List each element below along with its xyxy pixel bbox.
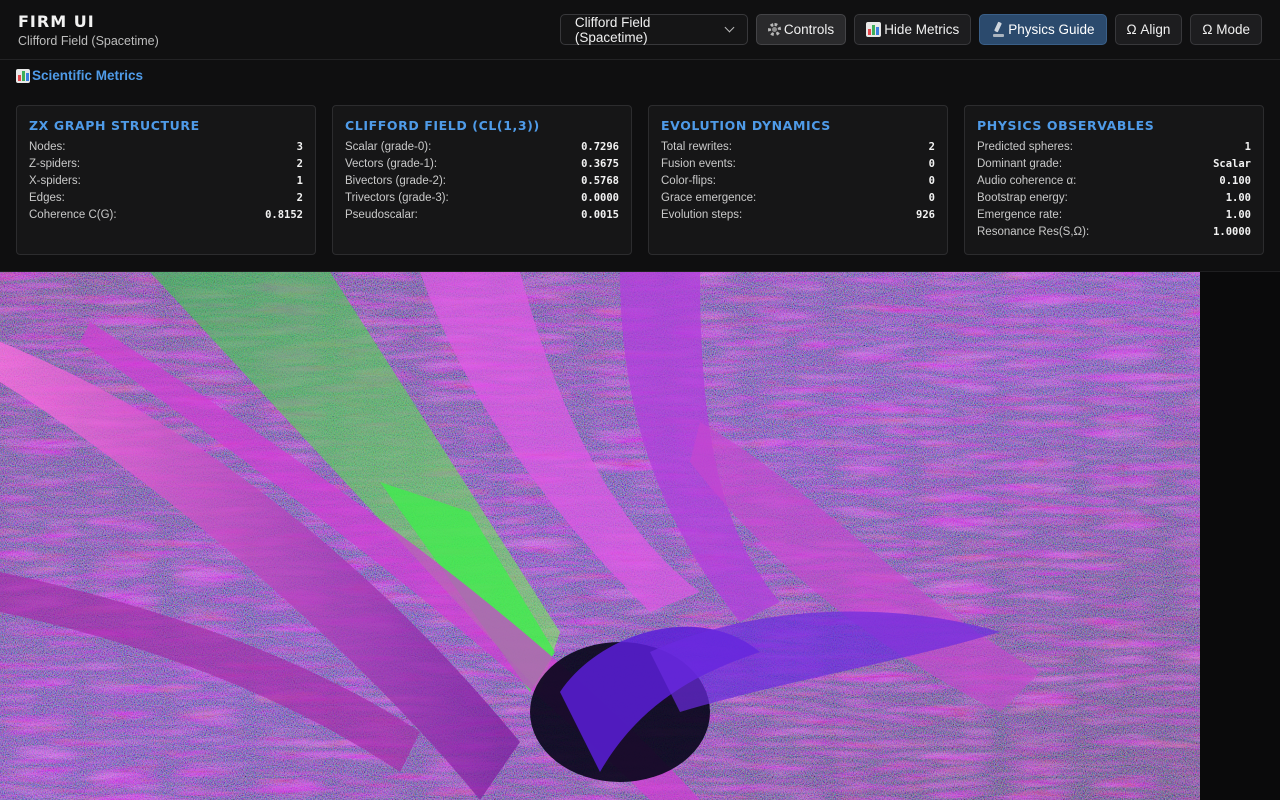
metric-label: Coherence C(G):: [29, 208, 117, 221]
metric-label: Scalar (grade-0):: [345, 140, 432, 153]
metrics-heading: Scientific Metrics: [32, 68, 144, 83]
toolbar: Clifford Field (Spacetime) Controls Hide…: [559, 14, 1262, 45]
metric-label: X-spiders:: [29, 174, 81, 187]
omega-align-button-label: Ω Align: [1126, 22, 1171, 37]
omega-mode-button-label: Ω Mode: [1202, 22, 1250, 37]
metric-row: Emergence rate: 1.00: [977, 206, 1251, 223]
visualization-stage: [0, 272, 1280, 800]
metrics-card-evolution-dynamics: EVOLUTION DYNAMICS Total rewrites: 2 Fusi…: [648, 105, 948, 255]
metric-value: 1: [1244, 140, 1251, 153]
bar-chart-icon: [16, 68, 30, 83]
omega-mode-button[interactable]: Ω Mode: [1190, 14, 1262, 45]
metric-row: Dominant grade: Scalar: [977, 155, 1251, 172]
metric-value: 0: [928, 174, 935, 187]
app-header: FIRM UI Clifford Field (Spacetime) Cliff…: [0, 0, 1280, 60]
metric-value: 2: [928, 140, 935, 153]
metric-row: Resonance Res(S,Ω): 1.0000: [977, 223, 1251, 240]
metric-row: Coherence C(G): 0.8152: [29, 206, 303, 223]
metric-row: Scalar (grade-0): 0.7296: [345, 138, 619, 155]
metric-value: 0.100: [1219, 174, 1251, 187]
metric-label: Evolution steps:: [661, 208, 743, 221]
metric-row: Color-flips: 0: [661, 172, 935, 189]
metric-value: 0.3675: [581, 157, 619, 170]
bar-chart-icon: [866, 22, 882, 37]
metric-row: Nodes: 3: [29, 138, 303, 155]
metric-label: Dominant grade:: [977, 157, 1063, 170]
card-title: PHYSICS OBSERVABLES: [977, 118, 1155, 133]
physics-guide-button-label: Physics Guide: [1008, 22, 1095, 37]
card-title: EVOLUTION DYNAMICS: [661, 118, 831, 133]
mode-select-value: Clifford Field (Spacetime): [574, 14, 651, 45]
metrics-card-physics-observables: PHYSICS OBSERVABLES Predicted spheres: 1 …: [964, 105, 1264, 255]
metric-label: Z-spiders:: [29, 157, 81, 170]
physics-guide-button[interactable]: Physics Guide: [979, 14, 1107, 45]
app-title: FIRM UI: [18, 12, 95, 31]
field-visualization: [0, 272, 1200, 800]
app-subtitle: Clifford Field (Spacetime): [18, 34, 159, 48]
metric-label: Grace emergence:: [661, 191, 757, 204]
metric-value: 2: [296, 191, 303, 204]
metrics-panel-toggle[interactable]: Scientific Metrics: [16, 68, 143, 83]
metric-row: Z-spiders: 2: [29, 155, 303, 172]
metric-label: Nodes:: [29, 140, 66, 153]
metric-value: 0.5768: [581, 174, 619, 187]
metrics-card-clifford-field: CLIFFORD FIELD (CL(1,3)) Scalar (grade-0…: [332, 105, 632, 255]
metric-label: Bootstrap energy:: [977, 191, 1068, 204]
metric-value: 1.0000: [1213, 225, 1251, 238]
visualization-mode-select[interactable]: Clifford Field (Spacetime): [559, 14, 748, 45]
metric-row: Pseudoscalar: 0.0015: [345, 206, 619, 223]
metric-label: Audio coherence α:: [977, 174, 1077, 187]
metrics-card-zx-graph: ZX GRAPH STRUCTURE Nodes: 3 Z-spiders: 2 X…: [16, 105, 316, 255]
metric-row: Total rewrites: 2: [661, 138, 935, 155]
metric-row: X-spiders: 1: [29, 172, 303, 189]
gear-icon: [767, 23, 781, 36]
metric-value: 0.8152: [265, 208, 303, 221]
metric-row: Bivectors (grade-2): 0.5768: [345, 172, 619, 189]
metrics-panel: Scientific Metrics ZX GRAPH STRUCTURE No…: [0, 60, 1280, 272]
metric-label: Predicted spheres:: [977, 140, 1073, 153]
brand: FIRM UI Clifford Field (Spacetime): [18, 12, 159, 49]
metric-row: Trivectors (grade-3): 0.0000: [345, 189, 619, 206]
metric-value: 0.0015: [581, 208, 619, 221]
metric-value: 926: [916, 208, 935, 221]
metric-value: 1.00: [1225, 191, 1251, 204]
metric-value: 1.00: [1225, 208, 1251, 221]
metric-row: Fusion events: 0: [661, 155, 935, 172]
chevron-down-icon: [724, 22, 735, 33]
metric-value: 0: [928, 191, 935, 204]
metric-label: Bivectors (grade-2):: [345, 174, 446, 187]
metric-label: Edges:: [29, 191, 65, 204]
metric-label: Emergence rate:: [977, 208, 1063, 221]
metric-value: 1: [296, 174, 303, 187]
metric-label: Pseudoscalar:: [345, 208, 418, 221]
metric-label: Color-flips:: [661, 174, 716, 187]
metric-value: 0: [928, 157, 935, 170]
metric-value: Scalar: [1213, 157, 1251, 170]
omega-align-button[interactable]: Ω Align: [1114, 14, 1183, 45]
hide-metrics-button-label: Hide Metrics: [884, 22, 960, 37]
metric-row: Vectors (grade-1): 0.3675: [345, 155, 619, 172]
metric-row: Bootstrap energy: 1.00: [977, 189, 1251, 206]
metric-label: Total rewrites:: [661, 140, 732, 153]
metric-label: Resonance Res(S,Ω):: [977, 225, 1090, 238]
metric-row: Predicted spheres: 1: [977, 138, 1251, 155]
metric-value: 2: [296, 157, 303, 170]
controls-button-label: Controls: [783, 22, 835, 37]
render-canvas[interactable]: [0, 272, 1200, 800]
metric-label: Trivectors (grade-3):: [345, 191, 449, 204]
metric-row: Grace emergence: 0: [661, 189, 935, 206]
metric-value: 0.7296: [581, 140, 619, 153]
metric-value: 3: [296, 140, 303, 153]
metric-label: Vectors (grade-1):: [345, 157, 438, 170]
metric-row: Edges: 2: [29, 189, 303, 206]
hide-metrics-button[interactable]: Hide Metrics: [854, 14, 972, 45]
microscope-icon: [991, 22, 1005, 37]
card-title: ZX GRAPH STRUCTURE: [29, 118, 200, 133]
metric-label: Fusion events:: [661, 157, 736, 170]
controls-button[interactable]: Controls: [755, 14, 847, 45]
metric-row: Audio coherence α: 0.100: [977, 172, 1251, 189]
card-title: CLIFFORD FIELD (CL(1,3)): [345, 118, 540, 133]
metric-value: 0.0000: [581, 191, 619, 204]
metric-row: Evolution steps: 926: [661, 206, 935, 223]
